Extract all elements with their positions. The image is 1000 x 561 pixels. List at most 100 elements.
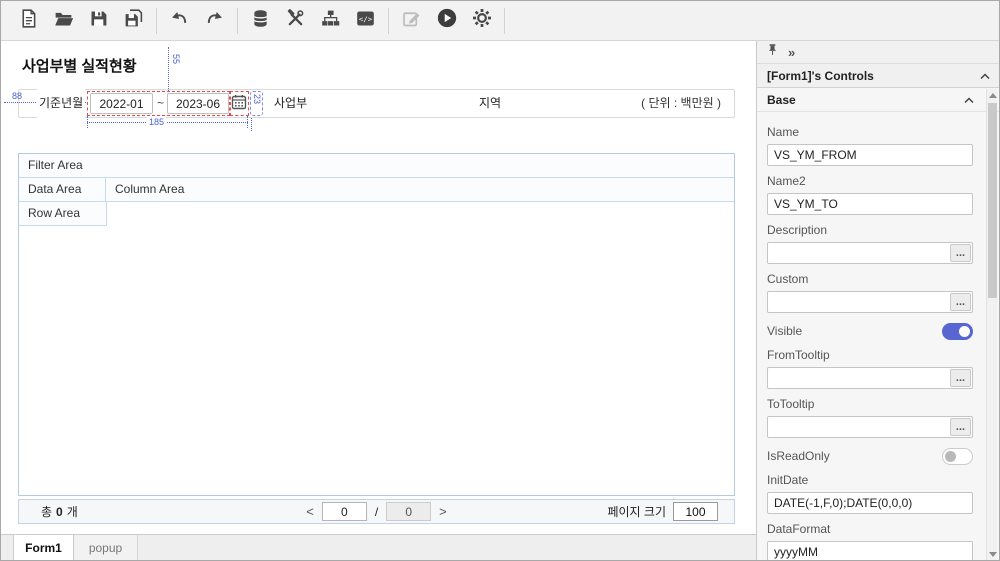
scrollbar-thumb[interactable] [988,103,997,298]
guide-tick-left [87,116,88,128]
open-folder-icon [53,8,74,34]
calendar-button[interactable] [230,94,248,112]
property-inspector: » [Form1]'s Controls Base Name Name2 Des… [756,41,1000,561]
save-icon [88,8,109,34]
unit-note: ( 단위 : 백만원 ) [621,89,721,118]
inspector-titlebar: » [757,41,1000,64]
chevron-up-icon [964,93,974,107]
database-button[interactable] [243,5,278,37]
isreadonly-toggle[interactable] [942,448,973,465]
pager-bar: 총 0 개 < / > 페이지 크기 [18,499,735,524]
app-window: </> 사업부별 실적현황 기준년월 ~ 사업부 지역 ( 단위 : 백만원 ) [0,0,1000,561]
prop-label-isreadonly: IsReadOnly [767,449,830,463]
hierarchy-button[interactable] [313,5,348,37]
custom-input[interactable] [767,291,973,313]
toolbar-divider [504,8,505,34]
main-toolbar: </> [1,1,999,41]
toolbar-divider [388,8,389,34]
measure-height: 23 [252,94,262,104]
calendar-icon [231,94,247,113]
initdate-input[interactable] [767,492,973,514]
edit-icon [401,8,422,34]
edit-button[interactable] [394,5,429,37]
name2-input[interactable] [767,193,973,215]
save-button[interactable] [81,5,116,37]
scroll-down-arrow-icon[interactable] [989,552,997,557]
page-title: 사업부별 실적현황 [22,55,137,76]
fromtooltip-input[interactable] [767,367,973,389]
guide-tick-right [247,116,248,128]
save-all-icon [123,8,144,34]
prop-label-visible: Visible [767,324,802,338]
settings-button[interactable] [464,5,499,37]
measure-top: 55 [171,54,181,64]
prop-label-name2: Name2 [767,174,973,188]
build-tools-button[interactable] [278,5,313,37]
measure-width: 185 [147,117,166,127]
run-button[interactable] [429,5,464,37]
page-size-input[interactable] [673,502,718,521]
chevron-up-icon [980,69,990,83]
toolbar-divider [237,8,238,34]
fromtooltip-ellipsis-button[interactable]: ... [950,369,971,387]
undo-icon [169,8,190,34]
measure-left: 88 [12,91,22,101]
pin-icon[interactable] [766,43,779,61]
description-ellipsis-button[interactable]: ... [950,244,971,262]
prop-label-initdate: InitDate [767,473,973,487]
toolbar-divider [156,8,157,34]
controls-header-label: [Form1]'s Controls [767,69,874,83]
properties-list: Name Name2 Description ... Custom ... Vi… [757,113,987,561]
tab-popup[interactable]: popup [74,535,138,561]
undo-button[interactable] [162,5,197,37]
prop-label-totooltip: ToTooltip [767,397,973,411]
current-page-input[interactable] [322,502,367,521]
base-section-label: Base [767,93,796,107]
hierarchy-icon [320,8,341,34]
guide-line-top [168,47,169,91]
period-label: 기준년월 [37,89,85,118]
total-page-input [386,502,431,521]
inspector-scrollbar[interactable] [986,89,997,561]
open-button[interactable] [46,5,81,37]
guide-line-width [87,122,248,123]
totooltip-ellipsis-button[interactable]: ... [950,418,971,436]
totooltip-input[interactable] [767,416,973,438]
base-section-header[interactable]: Base [757,88,1000,112]
date-to-input[interactable] [167,93,229,114]
new-file-button[interactable] [11,5,46,37]
region-label: 지역 [477,89,503,118]
column-area-cell[interactable]: Column Area [106,178,734,201]
dataformat-input[interactable] [767,541,973,561]
page-size-group: 페이지 크기 [607,502,734,521]
scroll-up-arrow-icon[interactable] [989,93,997,98]
controls-header[interactable]: [Form1]'s Controls [757,64,1000,88]
description-input[interactable] [767,242,973,264]
name-input[interactable] [767,144,973,166]
date-from-input[interactable] [90,93,153,114]
collapse-panel-button[interactable]: » [788,46,795,59]
save-all-button[interactable] [116,5,151,37]
tab-form1[interactable]: Form1 [13,535,74,561]
design-canvas: 사업부별 실적현황 기준년월 ~ 사업부 지역 ( 단위 : 백만원 ) 55 … [1,41,756,561]
pivot-grid: Filter Area Data Area Column Area Row Ar… [18,153,735,496]
range-separator: ~ [157,93,164,114]
new-file-icon [18,8,39,34]
next-page-button[interactable]: > [439,504,447,519]
data-area-cell[interactable]: Data Area [19,178,106,201]
division-label: 사업부 [272,89,309,118]
prop-label-custom: Custom [767,272,973,286]
database-icon [250,8,271,34]
code-view-button[interactable]: </> [348,5,383,37]
custom-ellipsis-button[interactable]: ... [950,293,971,311]
build-tools-icon [285,8,306,34]
filter-area-cell[interactable]: Filter Area [19,154,734,178]
redo-button[interactable] [197,5,232,37]
toggle-knob [945,451,956,462]
visible-toggle[interactable] [942,323,973,340]
code-view-icon: </> [355,8,376,34]
prop-label-fromtooltip: FromTooltip [767,348,973,362]
row-area-cell[interactable]: Row Area [19,202,107,226]
prev-page-button[interactable]: < [306,504,314,519]
redo-icon [204,8,225,34]
